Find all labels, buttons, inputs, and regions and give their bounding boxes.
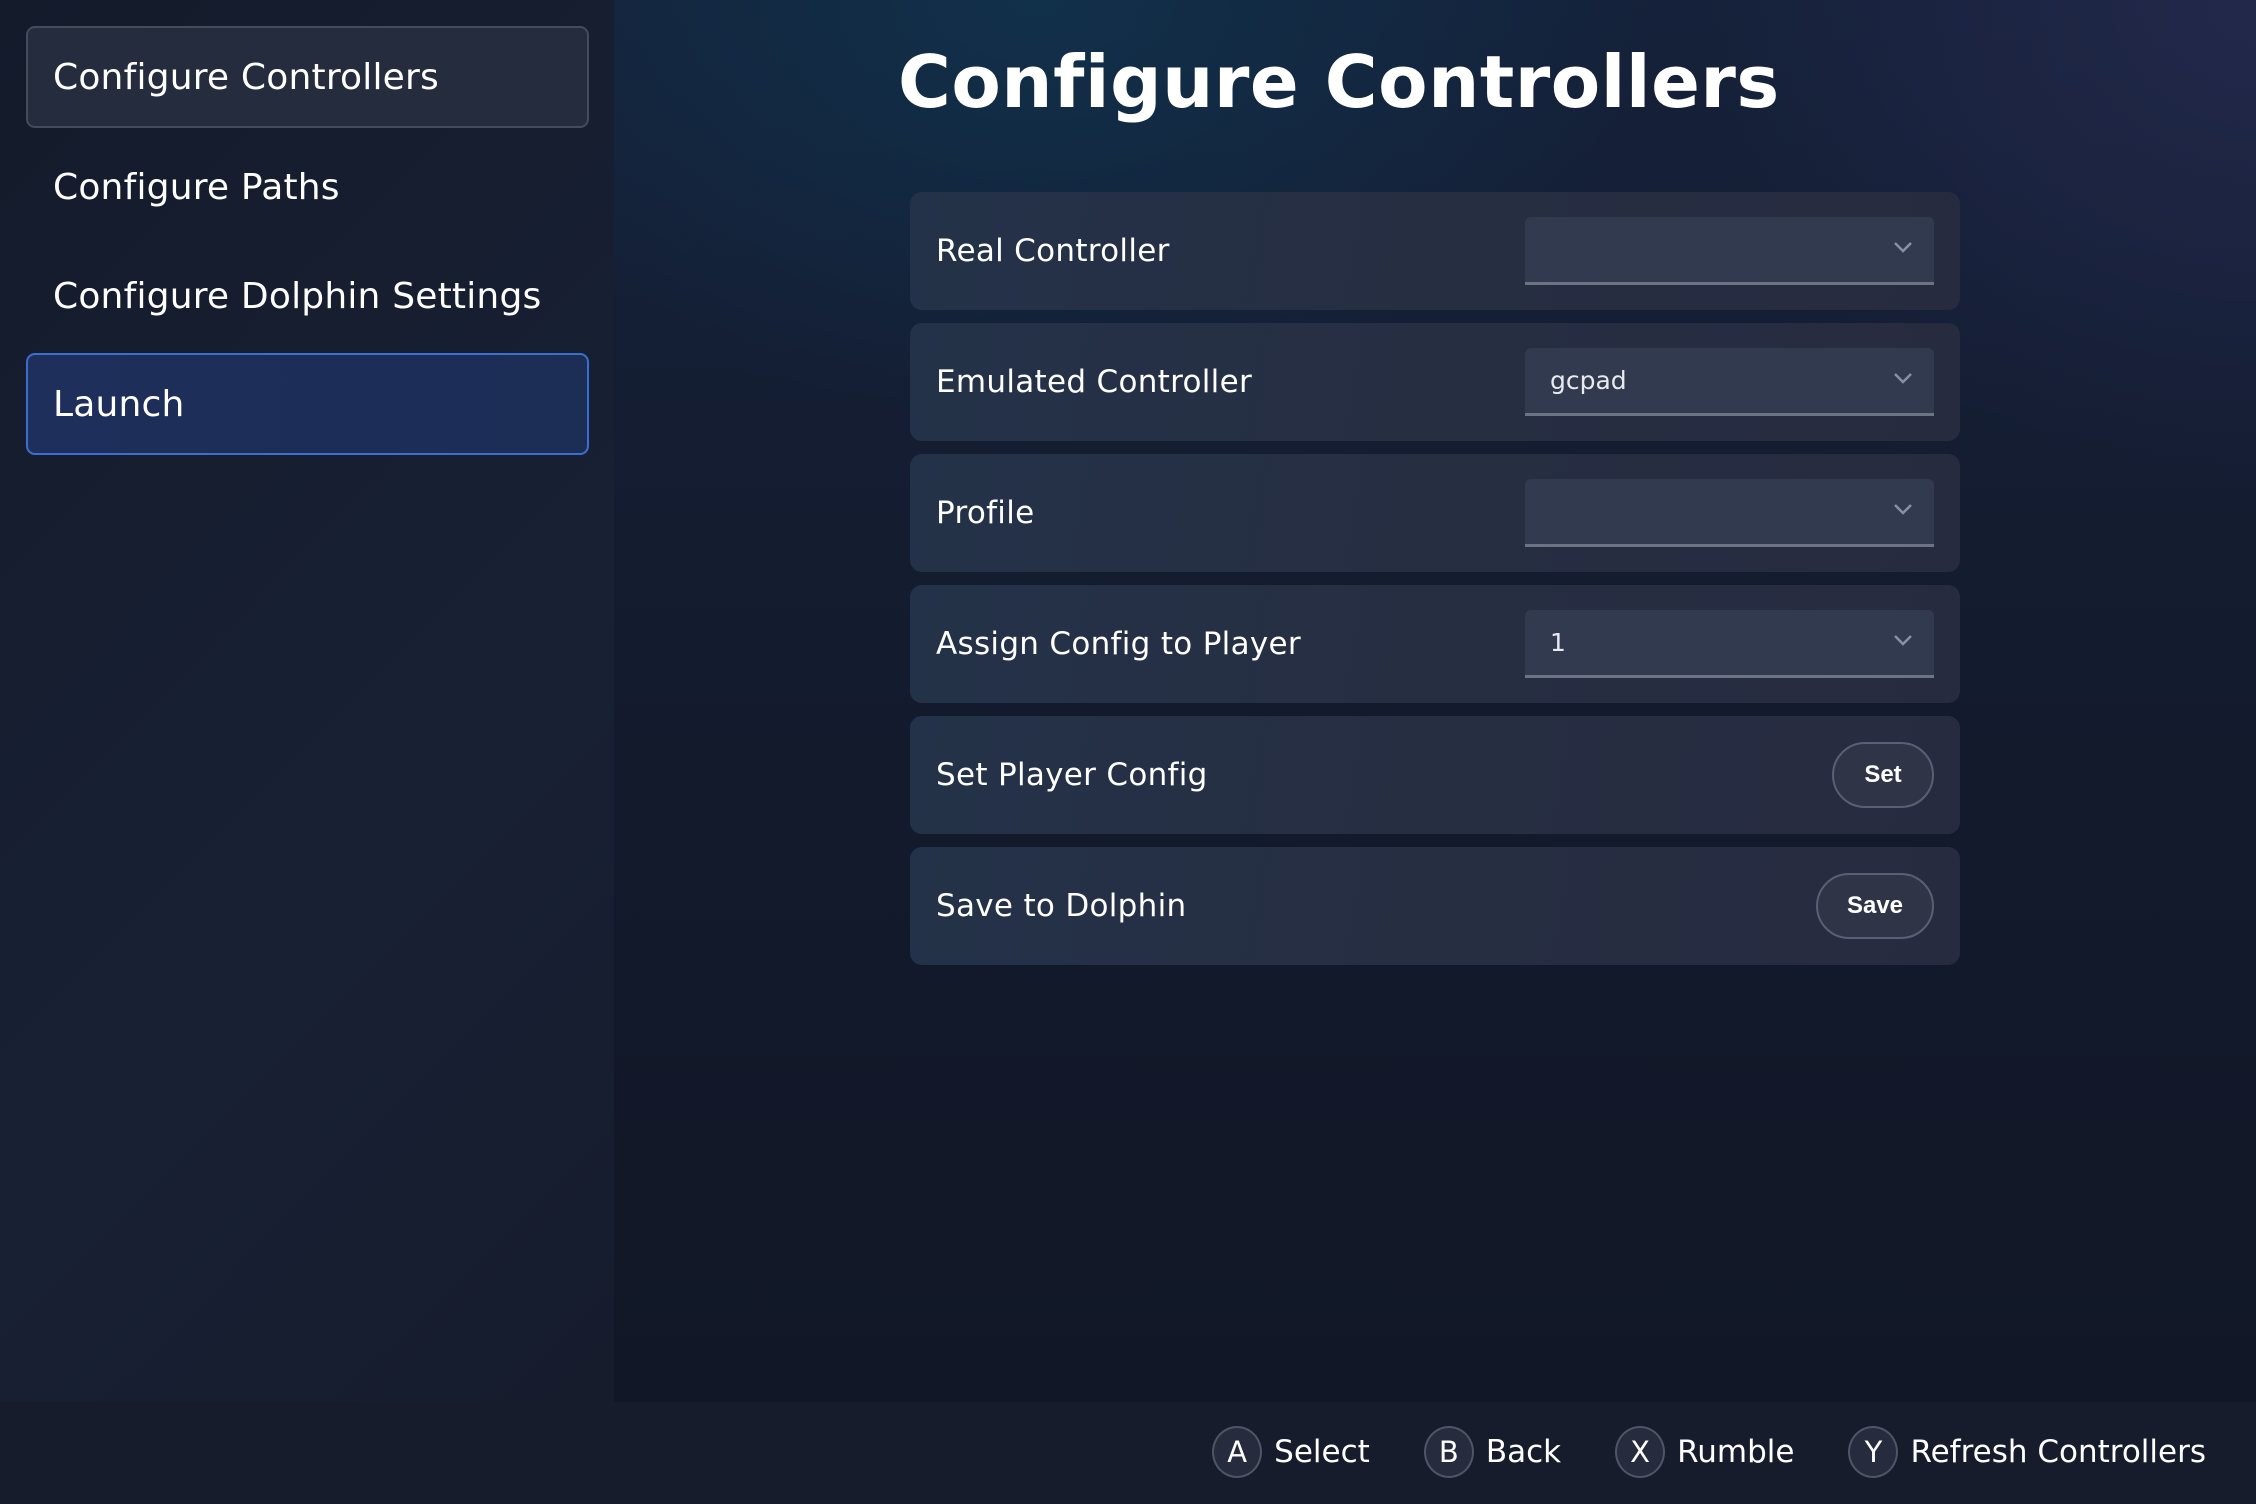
setting-row-save-to-dolphin: Save to Dolphin Save xyxy=(910,847,1960,965)
row-label: Profile xyxy=(936,495,1035,531)
row-label: Set Player Config xyxy=(936,757,1208,793)
hint-label: Refresh Controllers xyxy=(1910,1434,2206,1470)
sidebar-item-configure-controllers[interactable]: Configure Controllers xyxy=(26,26,589,128)
hint-refresh-controllers[interactable]: Y Refresh Controllers xyxy=(1848,1426,2206,1478)
setting-row-profile: Profile xyxy=(910,454,1960,572)
hint-select[interactable]: A Select xyxy=(1212,1426,1370,1478)
row-label: Save to Dolphin xyxy=(936,888,1187,924)
setting-row-assign-config: Assign Config to Player 1 xyxy=(910,585,1960,703)
sidebar-item-configure-paths[interactable]: Configure Paths xyxy=(26,136,589,238)
chevron-down-icon xyxy=(1894,373,1912,384)
sidebar-item-launch[interactable]: Launch xyxy=(26,353,589,455)
footer-button-hints: A Select B Back X Rumble Y Refresh Contr… xyxy=(0,1402,2256,1504)
sidebar-item-label: Configure Controllers xyxy=(53,56,439,98)
chevron-down-icon xyxy=(1894,242,1912,253)
setting-row-emulated-controller: Emulated Controller gcpad xyxy=(910,323,1960,441)
save-button[interactable]: Save xyxy=(1816,873,1934,939)
y-button-icon: Y xyxy=(1848,1426,1899,1478)
row-label: Emulated Controller xyxy=(936,364,1252,400)
dropdown-value: 1 xyxy=(1550,628,1566,657)
chevron-down-icon xyxy=(1894,635,1912,646)
x-button-icon: X xyxy=(1615,1426,1666,1478)
sidebar-item-label: Configure Paths xyxy=(53,166,340,208)
sidebar-item-configure-dolphin-settings[interactable]: Configure Dolphin Settings xyxy=(26,245,589,347)
row-label: Assign Config to Player xyxy=(936,626,1301,662)
hint-rumble[interactable]: X Rumble xyxy=(1615,1426,1794,1478)
settings-list: Real Controller Emulated Controller gcpa… xyxy=(910,192,1960,978)
sidebar: Configure Controllers Configure Paths Co… xyxy=(0,0,614,1402)
setting-row-real-controller: Real Controller xyxy=(910,192,1960,310)
b-button-icon: B xyxy=(1423,1426,1474,1478)
hint-label: Back xyxy=(1485,1434,1562,1470)
row-label: Real Controller xyxy=(936,233,1170,269)
a-button-icon: A xyxy=(1212,1426,1263,1478)
real-controller-dropdown[interactable] xyxy=(1525,217,1934,285)
dropdown-value: gcpad xyxy=(1550,366,1627,395)
page-title: Configure Controllers xyxy=(898,40,1780,124)
main-panel: Configure Controllers Real Controller Em… xyxy=(614,0,2256,1402)
profile-dropdown[interactable] xyxy=(1525,479,1934,547)
hint-back[interactable]: B Back xyxy=(1423,1426,1562,1478)
hint-label: Rumble xyxy=(1677,1434,1795,1470)
sidebar-item-label: Launch xyxy=(53,383,185,425)
hint-label: Select xyxy=(1274,1434,1370,1470)
setting-row-set-player-config: Set Player Config Set xyxy=(910,716,1960,834)
assign-player-dropdown[interactable]: 1 xyxy=(1525,610,1934,678)
emulated-controller-dropdown[interactable]: gcpad xyxy=(1525,348,1934,416)
hint-bar: A Select B Back X Rumble Y Refresh Contr… xyxy=(1212,1426,2206,1478)
set-button[interactable]: Set xyxy=(1832,742,1934,808)
chevron-down-icon xyxy=(1894,504,1912,515)
sidebar-item-label: Configure Dolphin Settings xyxy=(53,275,542,317)
